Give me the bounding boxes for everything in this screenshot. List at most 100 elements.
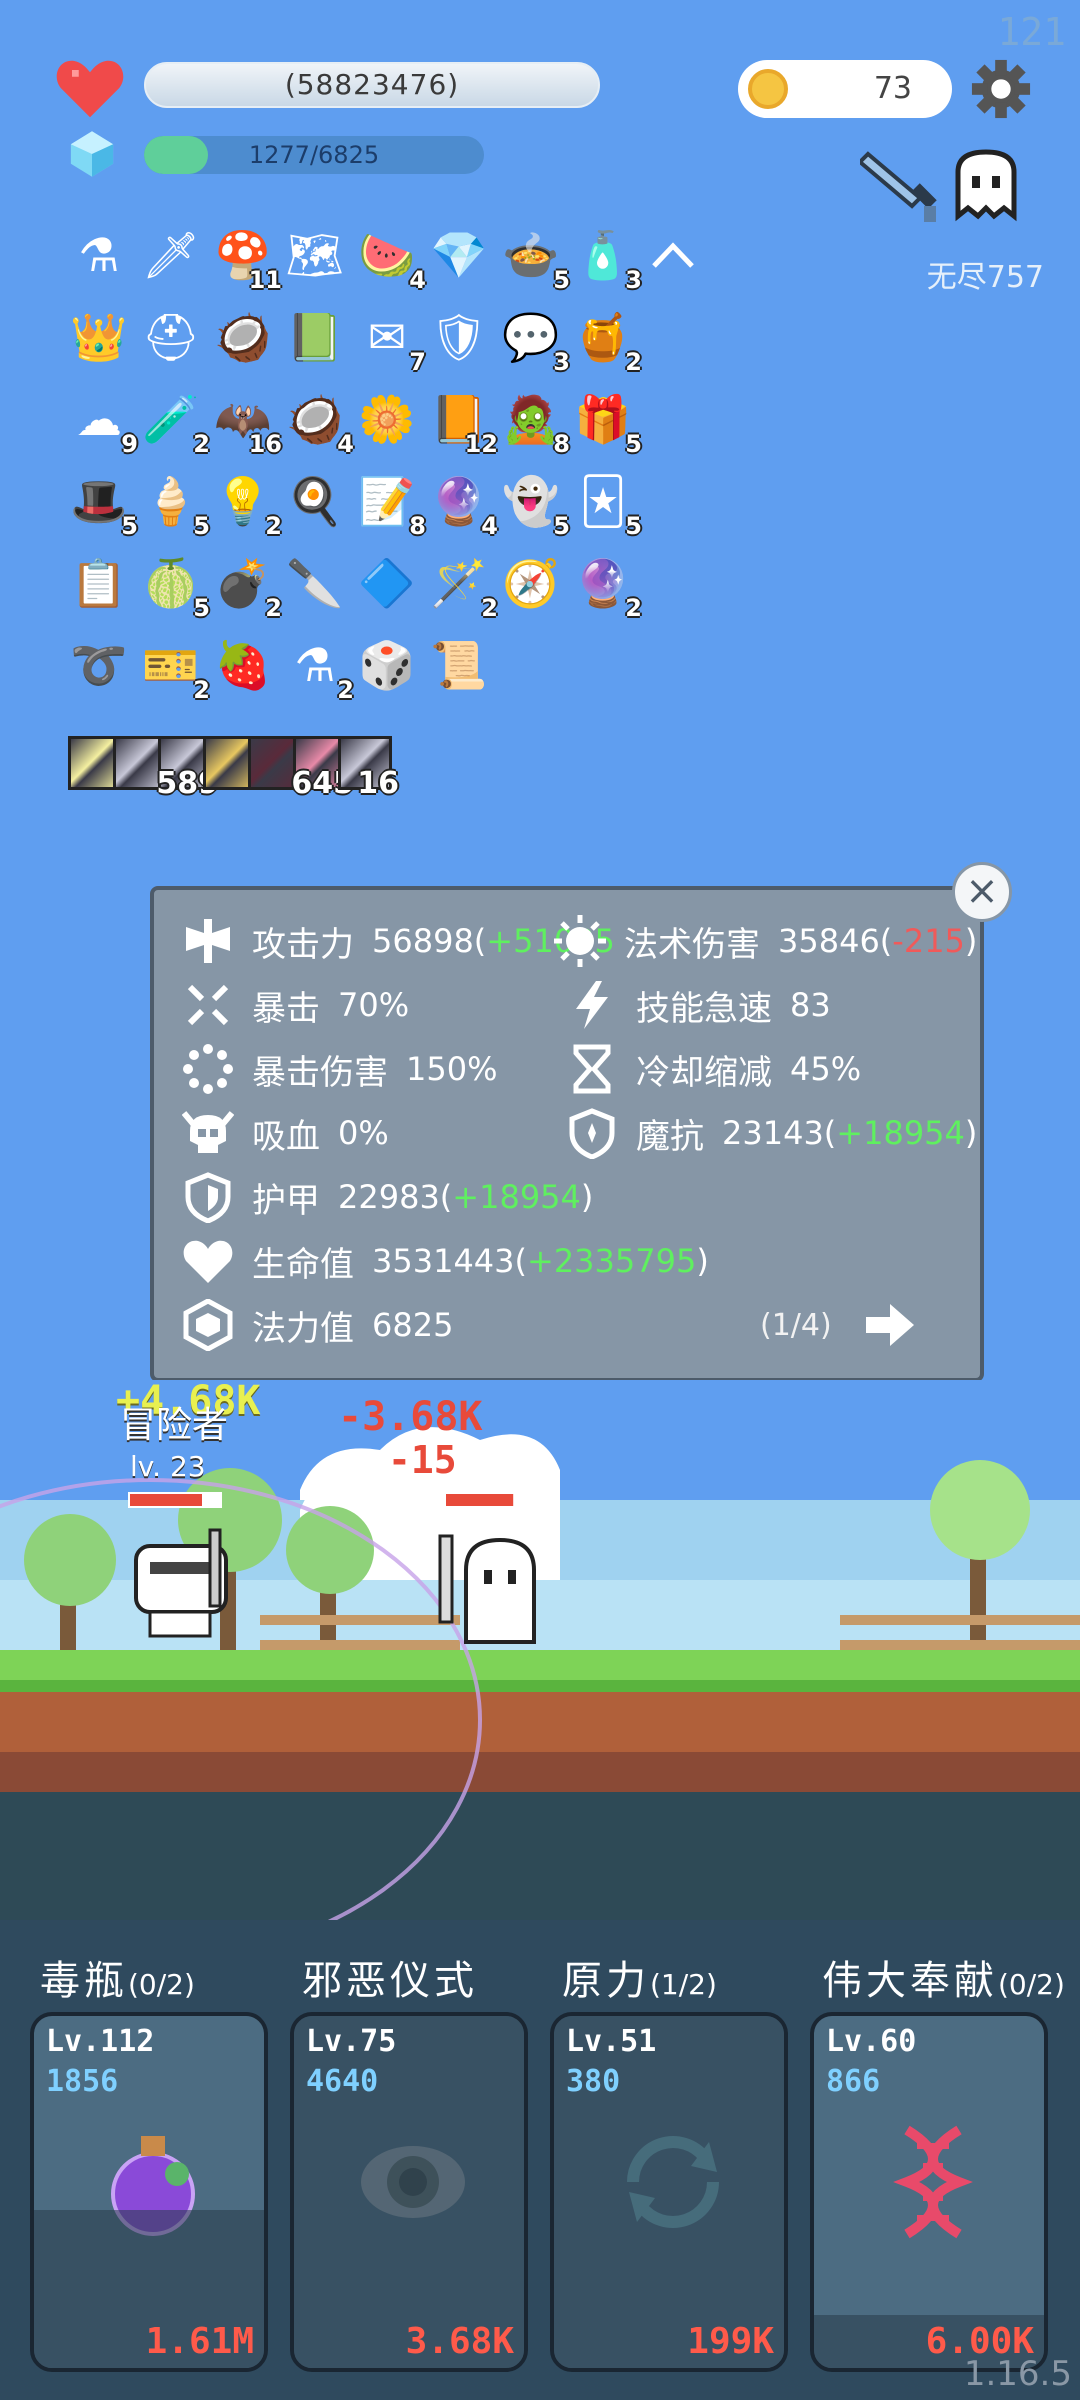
item-count: 7 xyxy=(409,348,426,376)
damage-popup-small: -15 xyxy=(388,1438,457,1482)
dice-icon: 🎲 xyxy=(358,637,416,692)
slot-count: 16 xyxy=(357,766,399,801)
inventory-item[interactable]: ☁ 9 xyxy=(66,386,138,458)
close-icon[interactable]: × xyxy=(952,862,1012,922)
item-count: 2 xyxy=(265,594,282,622)
item-count: 11 xyxy=(248,266,282,294)
inventory-item[interactable]: 🎲 xyxy=(354,632,420,698)
inventory-item[interactable]: 🧴 3 xyxy=(570,222,642,295)
player-mp-bar: 1277/6825 xyxy=(144,136,484,174)
inventory-item[interactable]: 🦇 16 xyxy=(210,386,282,459)
inventory-item[interactable]: 🌼 xyxy=(354,386,420,452)
item-count: 16 xyxy=(248,430,282,458)
inventory-item[interactable]: 🗺 xyxy=(282,222,348,288)
inventory-item[interactable]: 🍲 5 xyxy=(498,222,570,295)
skill-title: 邪恶仪式 xyxy=(302,1948,478,2006)
inventory-item[interactable]: 🪄 2 xyxy=(426,550,498,623)
skill-title: 毒瓶(0/2) xyxy=(40,1948,195,2006)
inventory-item[interactable]: 🍉 4 xyxy=(354,222,426,295)
skill-card[interactable]: Lv.60 866 6.00K xyxy=(810,2012,1048,2372)
inventory-item[interactable]: ⛑ xyxy=(138,304,204,370)
crown-icon: 👑 xyxy=(70,309,128,364)
heart-outline-icon xyxy=(183,1240,233,1283)
skill-cost: 866 xyxy=(826,2064,881,2099)
item-count: 5 xyxy=(625,512,642,540)
gear-icon[interactable] xyxy=(970,58,1032,120)
item-count: 2 xyxy=(625,594,642,622)
inventory-item[interactable]: 🧭 xyxy=(498,550,564,616)
coin-counter[interactable]: 73 xyxy=(738,60,952,118)
inventory-item[interactable]: 👻 5 xyxy=(498,468,570,541)
stat-mana: 法力值 6825 xyxy=(182,1299,453,1351)
coin-icon xyxy=(748,69,788,109)
inventory-item[interactable]: ➰ xyxy=(66,632,132,698)
inventory-item[interactable]: 📗 xyxy=(282,304,348,370)
item-count: 3 xyxy=(625,266,642,294)
shield-icon xyxy=(185,1172,231,1223)
inventory-item[interactable]: 🍳 xyxy=(282,468,348,534)
skill-card[interactable]: Lv.51 380 199K xyxy=(550,2012,788,2372)
inventory-item[interactable]: 🛡 xyxy=(426,304,492,370)
blue-sword-icon[interactable] xyxy=(860,146,944,226)
stat-magic-damage: 法术伤害 35846(-215) xyxy=(554,915,977,967)
inventory-item[interactable]: 🃏 5 xyxy=(570,468,642,540)
arrow-right-icon[interactable] xyxy=(864,1300,918,1350)
item-count: 2 xyxy=(625,348,642,376)
inventory-item[interactable]: 🔪 xyxy=(282,550,348,616)
inventory-item[interactable]: ✉ 7 xyxy=(354,304,426,376)
green-book-icon: 📗 xyxy=(286,309,344,364)
inventory-item[interactable]: 🍈 5 xyxy=(138,550,210,623)
strawberry-icon: 🍓 xyxy=(214,637,272,692)
skill-level: Lv.60 xyxy=(826,2024,917,2059)
inventory-item[interactable]: 🍯 2 xyxy=(570,304,642,377)
inventory-item[interactable]: 📜 xyxy=(426,632,492,698)
chevron-up-icon[interactable] xyxy=(648,236,698,272)
item-count: 5 xyxy=(553,512,570,540)
inventory-item[interactable]: 🥥 xyxy=(210,304,276,370)
inventory-item[interactable]: 💎 xyxy=(426,222,492,288)
inventory-item[interactable]: 🍓 xyxy=(210,632,276,698)
endless-mode-label[interactable]: 无尽757 xyxy=(927,252,1044,296)
stat-crit-damage: 暴击伤害 150% xyxy=(182,1044,497,1094)
inventory-item[interactable]: 🍄 11 xyxy=(210,222,282,295)
inventory-item[interactable]: ⚗ xyxy=(66,222,132,288)
inventory-item[interactable]: 🧪 2 xyxy=(138,386,210,459)
inventory-item[interactable]: 📝 8 xyxy=(354,468,426,541)
lightning-icon xyxy=(576,981,608,1029)
inventory-item[interactable]: 🎩 5 xyxy=(66,468,138,541)
inventory-item[interactable]: 🎁 5 xyxy=(570,386,642,459)
skill-name: 伟大奉献 xyxy=(822,1958,998,2004)
inventory-item[interactable]: 🔮 4 xyxy=(426,468,498,541)
inventory-item[interactable]: 👑 xyxy=(66,304,132,370)
skill-card[interactable]: Lv.112 1856 1.61M xyxy=(30,2012,268,2372)
item-count: 12 xyxy=(464,430,498,458)
inventory-item[interactable]: ⚗ 2 xyxy=(282,632,354,704)
coin-amount: 73 xyxy=(873,71,912,106)
compass-icon: 🧭 xyxy=(502,555,560,610)
item-count: 2 xyxy=(337,676,354,704)
flower-icon: 🌼 xyxy=(358,391,416,446)
skill-card[interactable]: Lv.75 4640 3.68K xyxy=(290,2012,528,2372)
inventory-item[interactable]: 📙 12 xyxy=(426,386,498,459)
inventory-item[interactable]: 🗡 xyxy=(138,222,204,288)
ghost-pet-icon[interactable] xyxy=(950,148,1022,222)
player-hp-bar: (58823476) 3529732/3531443 xyxy=(144,62,600,108)
player-mp-text: 1277/6825 xyxy=(248,141,380,169)
skill-charges: (0/2) xyxy=(128,1968,195,2001)
inventory-item[interactable]: 🧟 8 xyxy=(498,386,570,459)
viking-helmet-icon: ⛑ xyxy=(141,309,201,364)
coconut-drink-icon: 🥥 xyxy=(214,309,272,364)
stat-lifesteal: 吸血 0% xyxy=(182,1108,389,1158)
inventory-item[interactable]: 🥥 4 xyxy=(282,386,354,459)
inventory-item[interactable]: 🎫 2 xyxy=(138,632,210,705)
inventory-item[interactable]: 💣 2 xyxy=(210,550,282,623)
metal-slot-icon[interactable]: 16 xyxy=(338,736,399,801)
inventory-item[interactable]: 🔷 xyxy=(354,550,420,616)
inventory-item[interactable]: 🔮 2 xyxy=(570,550,642,623)
inventory-item[interactable]: 📋 xyxy=(66,550,132,616)
stat-crit: 暴击 70% xyxy=(182,980,409,1030)
inventory-item[interactable]: 🍦 5 xyxy=(138,468,210,541)
inventory-item[interactable]: 💬 3 xyxy=(498,304,570,377)
inventory-item[interactable]: 💡 2 xyxy=(210,468,282,541)
magic-shield-icon xyxy=(569,1108,615,1159)
